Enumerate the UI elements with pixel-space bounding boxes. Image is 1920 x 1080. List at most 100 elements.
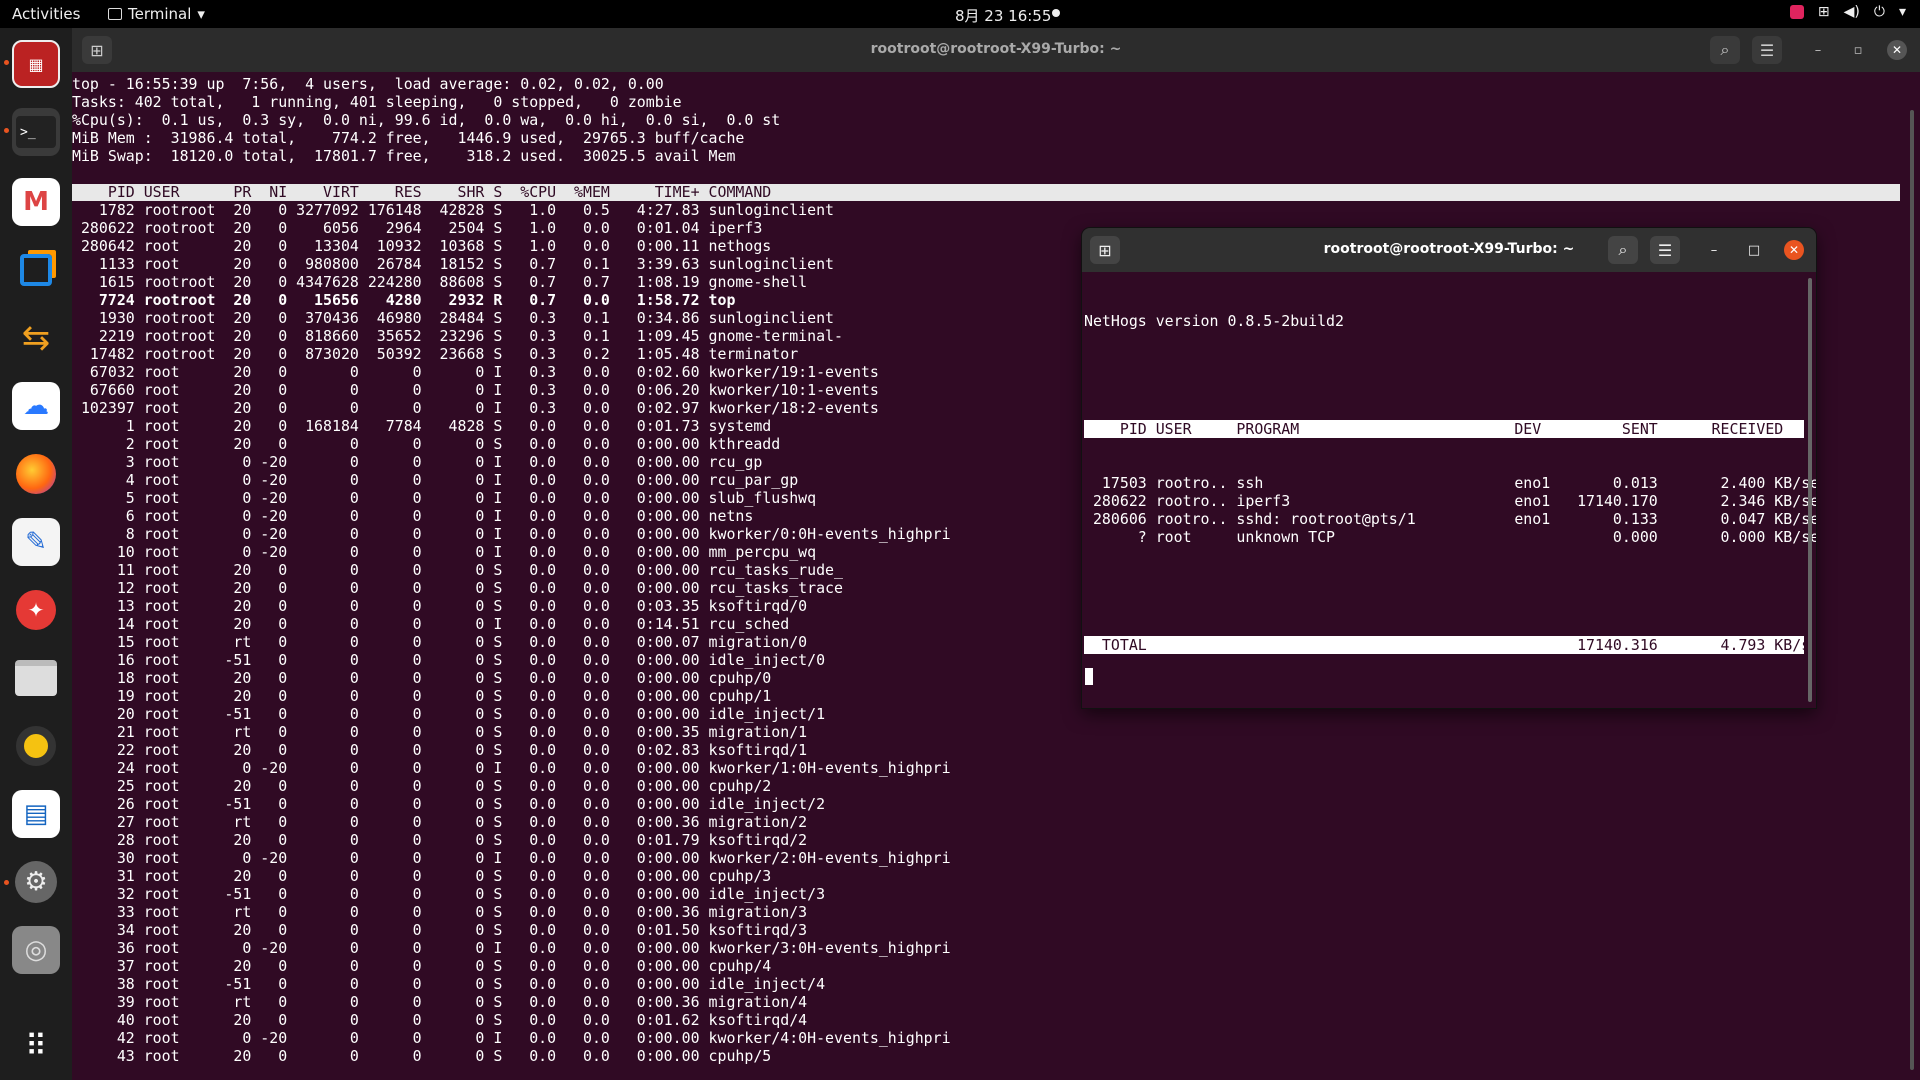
search-icon[interactable]: ⌕ — [1710, 36, 1740, 64]
process-row: 1782 rootroot 20 0 3277092 176148 42828 … — [72, 201, 835, 219]
cloud-icon[interactable]: ☁ — [12, 382, 60, 430]
dropdown-icon[interactable]: ▾ — [1899, 4, 1906, 20]
minimize-button[interactable]: – — [1808, 40, 1828, 60]
process-row: 22 root 20 0 0 0 0 S 0.0 0.0 0:02.83 kso… — [72, 741, 808, 759]
process-row: 1 root 20 0 168184 7784 4828 S 0.0 0.0 0… — [72, 417, 772, 435]
nethogs-terminal-window[interactable]: ⊞ rootroot@rootroot-X99-Turbo: ~ ⌕ ☰ – □… — [1082, 228, 1816, 708]
process-row: 31 root 20 0 0 0 0 S 0.0 0.0 0:00.00 cpu… — [72, 867, 772, 885]
writer-icon[interactable]: ▤ — [12, 790, 60, 838]
close-button[interactable]: ✕ — [1784, 240, 1804, 260]
hamburger-menu-icon[interactable]: ☰ — [1752, 36, 1782, 64]
process-row: 34 root 20 0 0 0 0 S 0.0 0.0 0:01.50 kso… — [72, 921, 808, 939]
process-row: 1615 rootroot 20 0 4347628 224280 88608 … — [72, 273, 808, 291]
process-row: 16 root -51 0 0 0 0 S 0.0 0.0 0:00.00 id… — [72, 651, 826, 669]
window-titlebar[interactable]: ⊞ rootroot@rootroot-X99-Turbo: ~ ⌕ ☰ – ▫… — [72, 28, 1920, 72]
process-row: 67660 root 20 0 0 0 0 I 0.3 0.0 0:06.20 … — [72, 381, 879, 399]
rhythmbox-icon[interactable] — [12, 722, 60, 770]
network-icon[interactable]: ⊞ — [1818, 4, 1830, 20]
settings-icon[interactable]: ⚙ — [12, 858, 60, 906]
maximize-button[interactable]: □ — [1744, 240, 1764, 260]
process-row: 15 root rt 0 0 0 0 S 0.0 0.0 0:00.07 mig… — [72, 633, 808, 651]
show-apps-icon[interactable]: ⠿ — [12, 1022, 60, 1070]
top-bar: Activities Terminal ▾ 8月 23 16:55 ⊞ ◀) ⏻… — [0, 0, 1920, 28]
process-row: 21 root rt 0 0 0 0 S 0.0 0.0 0:00.35 mig… — [72, 723, 808, 741]
process-row: 26 root -51 0 0 0 0 S 0.0 0.0 0:00.00 id… — [72, 795, 826, 813]
firefox-icon[interactable] — [12, 450, 60, 498]
summary-line: top - 16:55:39 up 7:56, 4 users, load av… — [72, 75, 664, 93]
app-menu[interactable]: Terminal ▾ — [108, 5, 205, 23]
process-row: 20 root -51 0 0 0 0 S 0.0 0.0 0:00.00 id… — [72, 705, 826, 723]
process-row: 38 root -51 0 0 0 0 S 0.0 0.0 0:00.00 id… — [72, 975, 826, 993]
main-scrollbar[interactable] — [1910, 110, 1914, 1070]
dock: ▦ >_ M ⇆ ☁ ✎ ✦ ▤ ⚙ ◎ ⠿ — [0, 28, 72, 1080]
process-row: 10 root 0 -20 0 0 0 I 0.0 0.0 0:00.00 mm… — [72, 543, 817, 561]
process-row: 280642 root 20 0 13304 10932 10368 S 1.0… — [72, 237, 772, 255]
running-indicator — [4, 60, 9, 65]
process-row: 67032 root 20 0 0 0 0 I 0.3 0.0 0:02.60 … — [72, 363, 879, 381]
sunlogin-icon[interactable]: ✦ — [12, 586, 60, 634]
process-row: 8 root 0 -20 0 0 0 I 0.0 0.0 0:00.00 kwo… — [72, 525, 951, 543]
summary-line: Tasks: 402 total, 1 running, 401 sleepin… — [72, 93, 682, 111]
optical-drive-icon[interactable]: ◎ — [12, 926, 60, 974]
notification-dot-icon — [1052, 9, 1060, 17]
nethogs-output: NetHogs version 0.8.5-2build2 PID USER P… — [1084, 276, 1816, 690]
running-indicator — [4, 880, 9, 885]
process-row: 42 root 0 -20 0 0 0 I 0.0 0.0 0:00.00 kw… — [72, 1029, 951, 1047]
summary-line: MiB Mem : 31986.4 total, 774.2 free, 144… — [72, 129, 745, 147]
nethogs-scrollbar[interactable] — [1808, 278, 1812, 702]
maximize-button[interactable]: ▫ — [1848, 40, 1868, 60]
process-row: 18 root 20 0 0 0 0 S 0.0 0.0 0:00.00 cpu… — [72, 669, 772, 687]
transfer-icon[interactable]: ⇆ — [12, 314, 60, 362]
process-row: 2219 rootroot 20 0 818660 35652 23296 S … — [72, 327, 843, 345]
process-row: 2 root 20 0 0 0 0 S 0.0 0.0 0:00.00 kthr… — [72, 435, 781, 453]
nethogs-total: TOTAL 17140.316 4.793 KB/sec — [1084, 636, 1816, 654]
process-row: 30 root 0 -20 0 0 0 I 0.0 0.0 0:00.00 kw… — [72, 849, 951, 867]
clock[interactable]: 8月 23 16:55 — [955, 5, 1051, 26]
process-row: 17482 rootroot 20 0 873020 50392 23668 S… — [72, 345, 799, 363]
process-row: 1133 root 20 0 980800 26784 18152 S 0.7 … — [72, 255, 835, 273]
nethogs-row: ? root unknown TCP 0.000 0.000 KB/sec — [1084, 528, 1816, 546]
summary-line: MiB Swap: 18120.0 total, 17801.7 free, 3… — [72, 147, 736, 165]
nethogs-version: NetHogs version 0.8.5-2build2 — [1084, 312, 1344, 330]
hamburger-menu-icon[interactable]: ☰ — [1650, 236, 1680, 264]
process-row: 19 root 20 0 0 0 0 S 0.0 0.0 0:00.00 cpu… — [72, 687, 772, 705]
volume-icon[interactable]: ◀) — [1844, 4, 1860, 20]
process-row: 6 root 0 -20 0 0 0 I 0.0 0.0 0:00.00 net… — [72, 507, 754, 525]
process-row: 43 root 20 0 0 0 0 S 0.0 0.0 0:00.00 cpu… — [72, 1047, 772, 1065]
search-icon[interactable]: ⌕ — [1608, 236, 1638, 264]
nethogs-row: 280606 rootro.. sshd: rootroot@pts/1 eno… — [1084, 510, 1816, 528]
process-row: 102397 root 20 0 0 0 0 I 0.3 0.0 0:02.97… — [72, 399, 879, 417]
process-column-header: PID USER PR NI VIRT RES SHR S %CPU %MEM … — [72, 184, 1900, 201]
nethogs-rows: 17503 rootro.. ssh eno1 0.013 2.400 KB/s… — [1084, 474, 1816, 546]
app-menu-label: Terminal — [128, 5, 192, 23]
process-row: 28 root 20 0 0 0 0 S 0.0 0.0 0:01.79 kso… — [72, 831, 808, 849]
process-row: 4 root 0 -20 0 0 0 I 0.0 0.0 0:00.00 rcu… — [72, 471, 799, 489]
process-row: 32 root -51 0 0 0 0 S 0.0 0.0 0:00.00 id… — [72, 885, 826, 903]
process-list: 1782 rootroot 20 0 3277092 176148 42828 … — [72, 201, 951, 1065]
terminal-icon[interactable]: >_ — [12, 108, 60, 156]
process-row: 11 root 20 0 0 0 0 S 0.0 0.0 0:00.00 rcu… — [72, 561, 843, 579]
process-row: 37 root 20 0 0 0 0 S 0.0 0.0 0:00.00 cpu… — [72, 957, 772, 975]
text-cursor — [1085, 668, 1093, 685]
system-tray[interactable]: ⊞ ◀) ⏻ ▾ — [1789, 4, 1906, 20]
process-row: 27 root rt 0 0 0 0 S 0.0 0.0 0:00.36 mig… — [72, 813, 808, 831]
nethogs-column-header: PID USER PROGRAM DEV SENT RECEIVED — [1084, 420, 1804, 438]
terminal-small-icon — [108, 8, 122, 20]
app-indicator-icon[interactable] — [1789, 5, 1804, 19]
remote-desktop-icon[interactable] — [12, 246, 60, 294]
minimize-button[interactable]: – — [1704, 240, 1724, 260]
top-summary: top - 16:55:39 up 7:56, 4 users, load av… — [72, 75, 780, 165]
power-icon[interactable]: ⏻ — [1874, 4, 1885, 20]
close-button[interactable]: ✕ — [1887, 40, 1907, 60]
process-row: 14 root 20 0 0 0 0 I 0.0 0.0 0:14.51 rcu… — [72, 615, 790, 633]
nethogs-titlebar[interactable]: ⊞ rootroot@rootroot-X99-Turbo: ~ ⌕ ☰ – □… — [1082, 228, 1816, 272]
process-row: 5 root 0 -20 0 0 0 I 0.0 0.0 0:00.00 slu… — [72, 489, 817, 507]
activities-button[interactable]: Activities — [12, 5, 80, 23]
running-indicator — [4, 128, 9, 133]
screenshot-app-icon[interactable]: ▦ — [12, 40, 60, 88]
text-editor-icon[interactable]: ✎ — [12, 518, 60, 566]
process-row: 40 root 20 0 0 0 0 S 0.0 0.0 0:01.62 kso… — [72, 1011, 808, 1029]
process-row: 24 root 0 -20 0 0 0 I 0.0 0.0 0:00.00 kw… — [72, 759, 951, 777]
gmail-icon[interactable]: M — [12, 178, 60, 226]
files-icon[interactable] — [12, 654, 60, 702]
